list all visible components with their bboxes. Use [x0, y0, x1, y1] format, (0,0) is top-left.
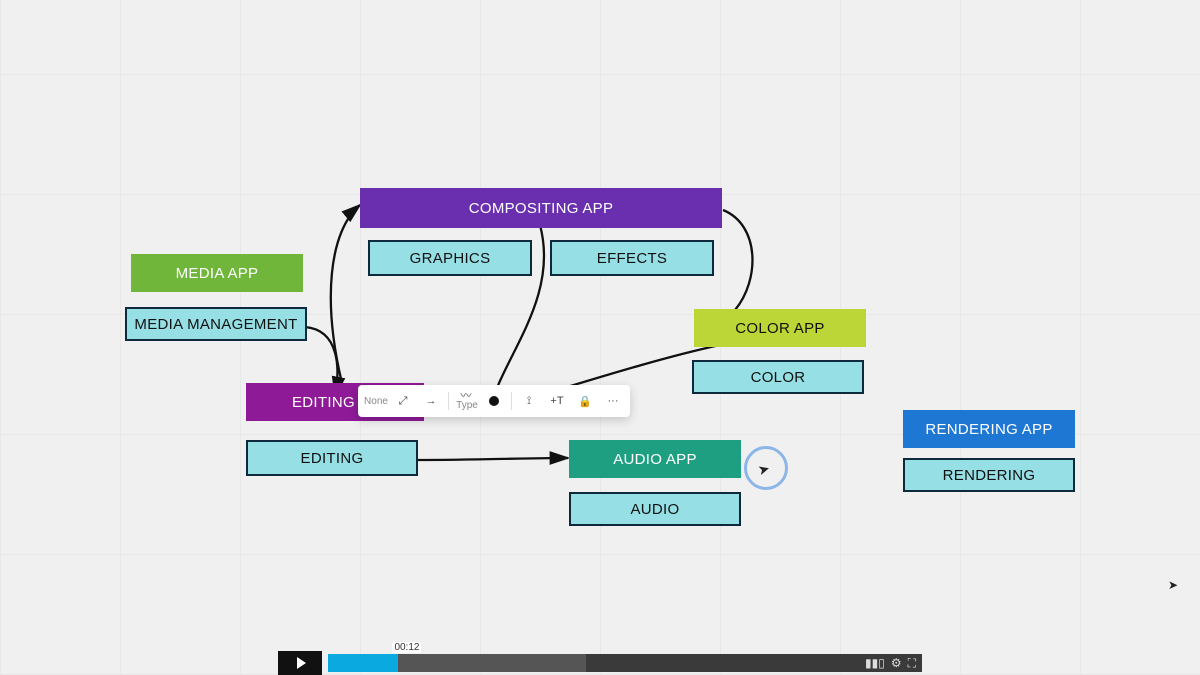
label: AUDIO APP — [613, 451, 697, 468]
filled-circle-icon — [489, 396, 499, 406]
node-editing[interactable]: EDITING — [246, 440, 418, 476]
node-snap-button[interactable]: ⟟ — [516, 388, 542, 414]
label: None — [364, 396, 388, 407]
node-audio-app[interactable]: AUDIO APP — [569, 440, 741, 478]
play-button[interactable] — [278, 651, 322, 675]
fullscreen-icon[interactable]: ⛶ — [908, 656, 916, 671]
node-rendering[interactable]: RENDERING — [903, 458, 1075, 492]
played-range — [328, 654, 398, 672]
label: MEDIA APP — [176, 265, 259, 282]
node-rendering-app[interactable]: RENDERING APP — [903, 410, 1075, 448]
label: EFFECTS — [597, 250, 667, 267]
label: COLOR — [751, 369, 806, 386]
arrow-end-button[interactable]: → — [418, 388, 444, 414]
settings-gear-icon[interactable]: ⚙ — [891, 656, 902, 670]
diagram-canvas[interactable]: COMPOSITING APP GRAPHICS EFFECTS MEDIA A… — [0, 0, 1200, 675]
label: AUDIO — [630, 501, 679, 518]
more-icon: ··· — [608, 395, 619, 407]
label: COLOR APP — [735, 320, 824, 337]
play-icon — [297, 657, 306, 669]
separator — [448, 392, 449, 410]
connector-toolbar[interactable]: None ⤢ → 〰 Type ⟟ +T 🔒 ··· — [358, 385, 630, 417]
label: MEDIA MANAGEMENT — [134, 316, 297, 333]
label: RENDERING APP — [925, 421, 1052, 438]
line-endpoint-style-button[interactable] — [481, 388, 507, 414]
label: EDITING — [301, 450, 364, 467]
label: COMPOSITING APP — [469, 200, 614, 217]
node-media-app[interactable]: MEDIA APP — [131, 254, 303, 292]
node-effects[interactable]: EFFECTS — [550, 240, 714, 276]
more-button[interactable]: ··· — [600, 388, 626, 414]
label: Type — [456, 401, 478, 410]
lock-button[interactable]: 🔒 — [572, 388, 598, 414]
snap-icon: ⟟ — [527, 395, 531, 408]
swap-icon: ⤢ — [399, 395, 408, 408]
system-cursor-icon: ➤ — [1168, 578, 1178, 592]
flip-direction-button[interactable]: ⤢ — [390, 388, 416, 414]
node-compositing-app[interactable]: COMPOSITING APP — [360, 188, 722, 228]
lock-icon: 🔒 — [578, 395, 592, 408]
text-icon: +T — [550, 395, 563, 407]
time-tooltip: 00:12 — [392, 642, 421, 653]
arrow-right-icon: → — [426, 395, 437, 407]
node-graphics[interactable]: GRAPHICS — [368, 240, 532, 276]
connector-type-button[interactable]: 〰 Type — [453, 388, 479, 414]
add-text-button[interactable]: +T — [544, 388, 570, 414]
line-style-none-button[interactable]: None — [362, 388, 388, 414]
separator — [511, 392, 512, 410]
node-media-management[interactable]: MEDIA MANAGEMENT — [125, 307, 307, 341]
volume-icon[interactable]: ▮▮▯ — [865, 656, 885, 670]
node-color-app[interactable]: COLOR APP — [694, 309, 866, 347]
label: RENDERING — [943, 467, 1036, 484]
video-scrubber[interactable]: 00:12 — [328, 654, 865, 672]
label: GRAPHICS — [410, 250, 491, 267]
video-controls: 00:12 ▮▮▯ ⚙ ⛶ — [278, 651, 922, 675]
node-audio[interactable]: AUDIO — [569, 492, 741, 526]
node-color[interactable]: COLOR — [692, 360, 864, 394]
